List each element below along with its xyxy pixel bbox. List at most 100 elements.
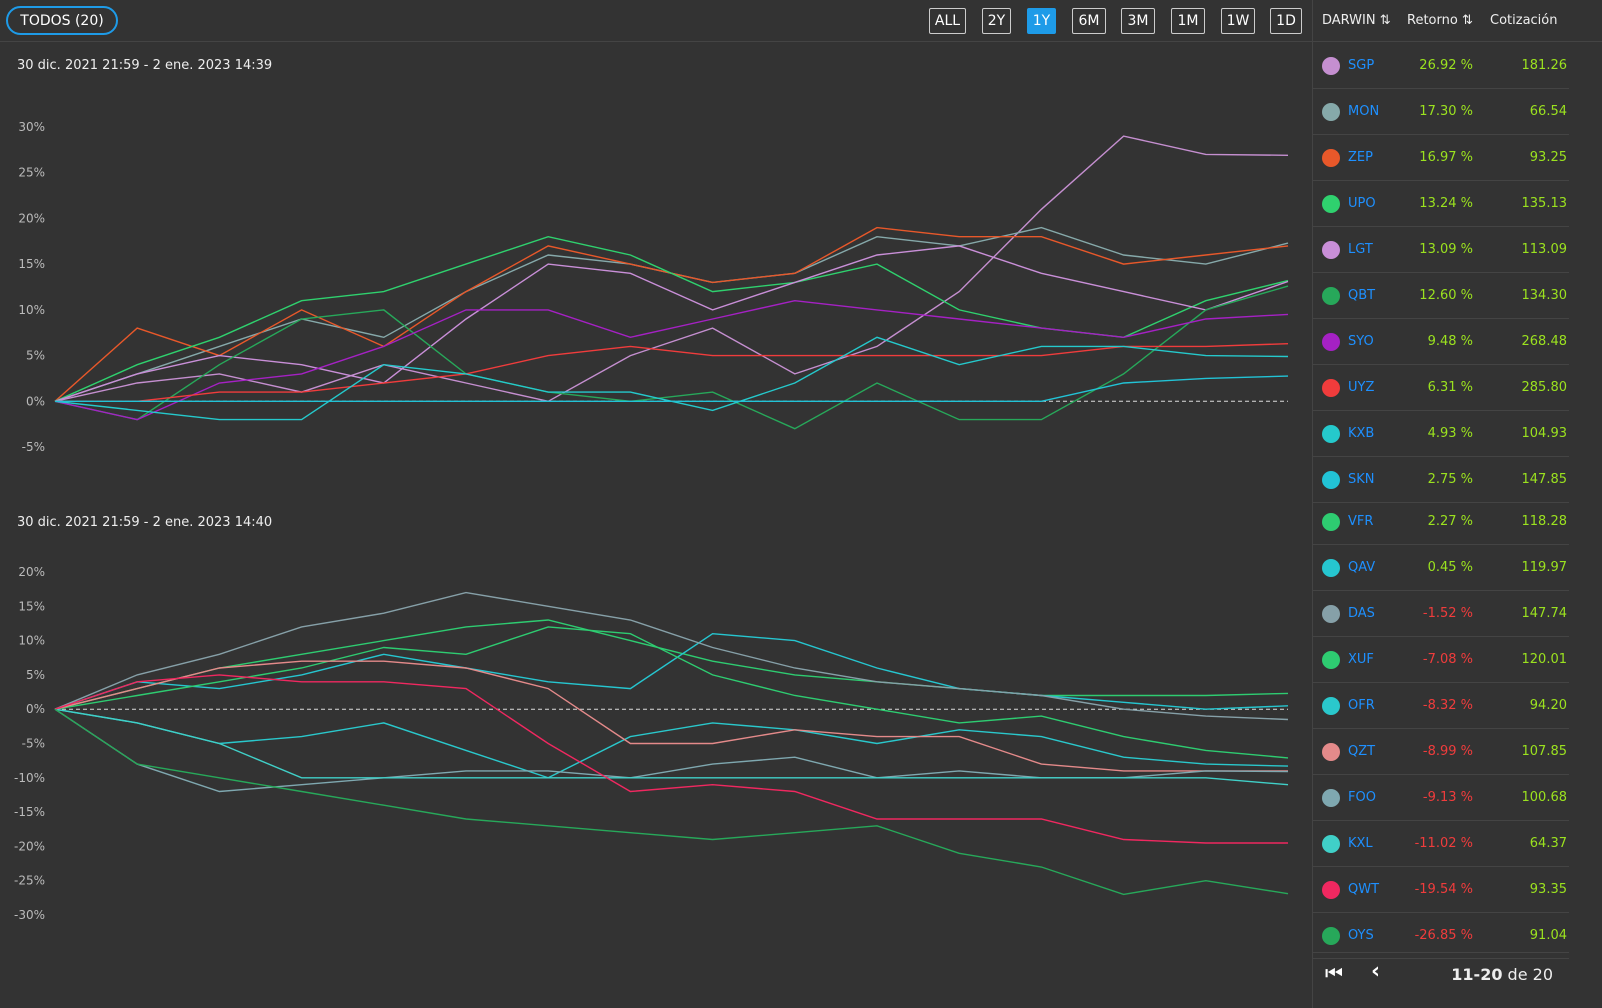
darwin-row[interactable]: QZT -8.99 % 107.85: [1313, 729, 1569, 775]
price-value: 134.30: [1521, 288, 1568, 303]
darwin-name-link[interactable]: QAV: [1348, 560, 1375, 575]
color-dot-icon: [1322, 927, 1340, 945]
range-button-6m[interactable]: 6M: [1072, 8, 1106, 34]
color-dot-icon: [1322, 57, 1340, 75]
return-value: -8.32 %: [1422, 698, 1473, 713]
series-line-skn[interactable]: [55, 375, 1289, 402]
series-line-xuf[interactable]: [54, 626, 1289, 759]
price-value: 93.35: [1529, 882, 1567, 897]
darwin-row[interactable]: VFR 2.27 % 118.28: [1313, 499, 1569, 545]
darwin-row[interactable]: QWT -19.54 % 93.35: [1313, 867, 1569, 913]
darwin-row[interactable]: UYZ 6.31 % 285.80: [1313, 365, 1569, 411]
darwin-name-link[interactable]: QZT: [1348, 744, 1375, 759]
price-value: 268.48: [1521, 334, 1568, 349]
series-line-oys[interactable]: [54, 708, 1289, 896]
darwin-name-link[interactable]: XUF: [1348, 652, 1374, 667]
price-value: 94.20: [1529, 698, 1567, 713]
range-button-3m[interactable]: 3M: [1121, 8, 1155, 34]
color-dot-icon: [1322, 697, 1340, 715]
darwin-row[interactable]: QAV 0.45 % 119.97: [1313, 545, 1569, 591]
y-tick-label: 15%: [18, 257, 45, 271]
color-dot-icon: [1322, 379, 1340, 397]
darwin-row[interactable]: SKN 2.75 % 147.85: [1313, 457, 1569, 503]
darwin-name-link[interactable]: UPO: [1348, 196, 1376, 211]
return-value: -19.54 %: [1414, 882, 1473, 897]
darwin-name-link[interactable]: SYO: [1348, 334, 1374, 349]
return-value: -11.02 %: [1414, 836, 1473, 851]
darwin-name-link[interactable]: VFR: [1348, 514, 1373, 529]
darwin-row[interactable]: ZEP 16.97 % 93.25: [1313, 135, 1569, 181]
series-line-zep[interactable]: [54, 226, 1289, 402]
darwin-row[interactable]: KXL -11.02 % 64.37: [1313, 821, 1569, 867]
range-button-1m[interactable]: 1M: [1171, 8, 1205, 34]
color-dot-icon: [1322, 743, 1340, 761]
price-value: 118.28: [1521, 514, 1568, 529]
sort-darwin-header[interactable]: DARWIN ⇅: [1322, 13, 1391, 28]
series-line-qav[interactable]: [54, 632, 1289, 710]
darwin-name-link[interactable]: MON: [1348, 104, 1379, 119]
color-dot-icon: [1322, 605, 1340, 623]
series-line-mon[interactable]: [54, 226, 1289, 402]
return-value: -9.13 %: [1422, 790, 1473, 805]
first-page-icon[interactable]: ⏮: [1325, 961, 1343, 985]
color-dot-icon: [1322, 333, 1340, 351]
previous-page-icon[interactable]: ‹: [1371, 959, 1380, 984]
darwin-name-link[interactable]: KXL: [1348, 836, 1373, 851]
list-header: DARWIN ⇅ Retorno ⇅ Cotización: [1313, 0, 1602, 42]
return-value: -7.08 %: [1422, 652, 1473, 667]
return-value: -1.52 %: [1422, 606, 1473, 621]
y-tick-label: 0%: [26, 702, 45, 716]
all-darwins-filter-button[interactable]: TODOS (20): [6, 6, 118, 35]
y-tick-label: 5%: [26, 349, 45, 363]
darwin-name-link[interactable]: QWT: [1348, 882, 1379, 897]
darwin-row[interactable]: SGP 26.92 % 181.26: [1313, 43, 1569, 89]
returns-chart-bottom: 20% 15% 10% 5% 0% -5% -10% -15% -20% -25% -30%: [14, 565, 1289, 922]
return-value: 13.24 %: [1419, 196, 1473, 211]
darwin-row[interactable]: OFR -8.32 % 94.20: [1313, 683, 1569, 729]
darwin-row[interactable]: KXB 4.93 % 104.93: [1313, 411, 1569, 457]
darwin-row[interactable]: DAS -1.52 % 147.74: [1313, 591, 1569, 637]
darwin-name-link[interactable]: QBT: [1348, 288, 1375, 303]
darwin-name-link[interactable]: UYZ: [1348, 380, 1374, 395]
price-value: 113.09: [1521, 242, 1568, 257]
darwin-row[interactable]: QBT 12.60 % 134.30: [1313, 273, 1569, 319]
darwin-row[interactable]: MON 17.30 % 66.54: [1313, 89, 1569, 135]
darwin-name-link[interactable]: DAS: [1348, 606, 1375, 621]
darwin-name-link[interactable]: OFR: [1348, 698, 1375, 713]
return-value: 2.75 %: [1427, 472, 1473, 487]
return-value: -8.99 %: [1422, 744, 1473, 759]
page-total: de 20: [1507, 965, 1553, 984]
darwin-row[interactable]: SYO 9.48 % 268.48: [1313, 319, 1569, 365]
darwin-row[interactable]: LGT 13.09 % 113.09: [1313, 227, 1569, 273]
series-line-sgp[interactable]: [54, 135, 1289, 403]
darwin-name-link[interactable]: KXB: [1348, 426, 1374, 441]
color-dot-icon: [1322, 103, 1340, 121]
y-tick-label: 10%: [18, 634, 45, 648]
return-value: 0.45 %: [1427, 560, 1473, 575]
series-line-uyz[interactable]: [55, 343, 1289, 402]
range-button-all[interactable]: ALL: [929, 8, 966, 34]
darwin-row[interactable]: XUF -7.08 % 120.01: [1313, 637, 1569, 683]
y-tick-label: 15%: [18, 599, 45, 613]
darwin-row[interactable]: FOO -9.13 % 100.68: [1313, 775, 1569, 821]
return-value: 17.30 %: [1419, 104, 1473, 119]
series-line-kxl[interactable]: [54, 708, 1289, 786]
range-button-1y[interactable]: 1Y: [1027, 8, 1056, 34]
return-value: -26.85 %: [1414, 928, 1473, 943]
series-line-foo[interactable]: [54, 708, 1289, 793]
range-button-1w[interactable]: 1W: [1221, 8, 1255, 34]
darwin-name-link[interactable]: OYS: [1348, 928, 1374, 943]
series-line-upo[interactable]: [54, 235, 1289, 402]
sort-retorno-header[interactable]: Retorno ⇅: [1407, 13, 1473, 28]
color-dot-icon: [1322, 471, 1340, 489]
darwin-name-link[interactable]: LGT: [1348, 242, 1373, 257]
color-dot-icon: [1322, 425, 1340, 443]
return-value: 2.27 %: [1427, 514, 1473, 529]
darwin-name-link[interactable]: FOO: [1348, 790, 1376, 805]
darwin-name-link[interactable]: ZEP: [1348, 150, 1373, 165]
darwin-row[interactable]: UPO 13.24 % 135.13: [1313, 181, 1569, 227]
darwin-name-link[interactable]: SKN: [1348, 472, 1375, 487]
darwin-name-link[interactable]: SGP: [1348, 58, 1374, 73]
range-button-1d[interactable]: 1D: [1270, 8, 1302, 34]
range-button-2y[interactable]: 2Y: [982, 8, 1011, 34]
